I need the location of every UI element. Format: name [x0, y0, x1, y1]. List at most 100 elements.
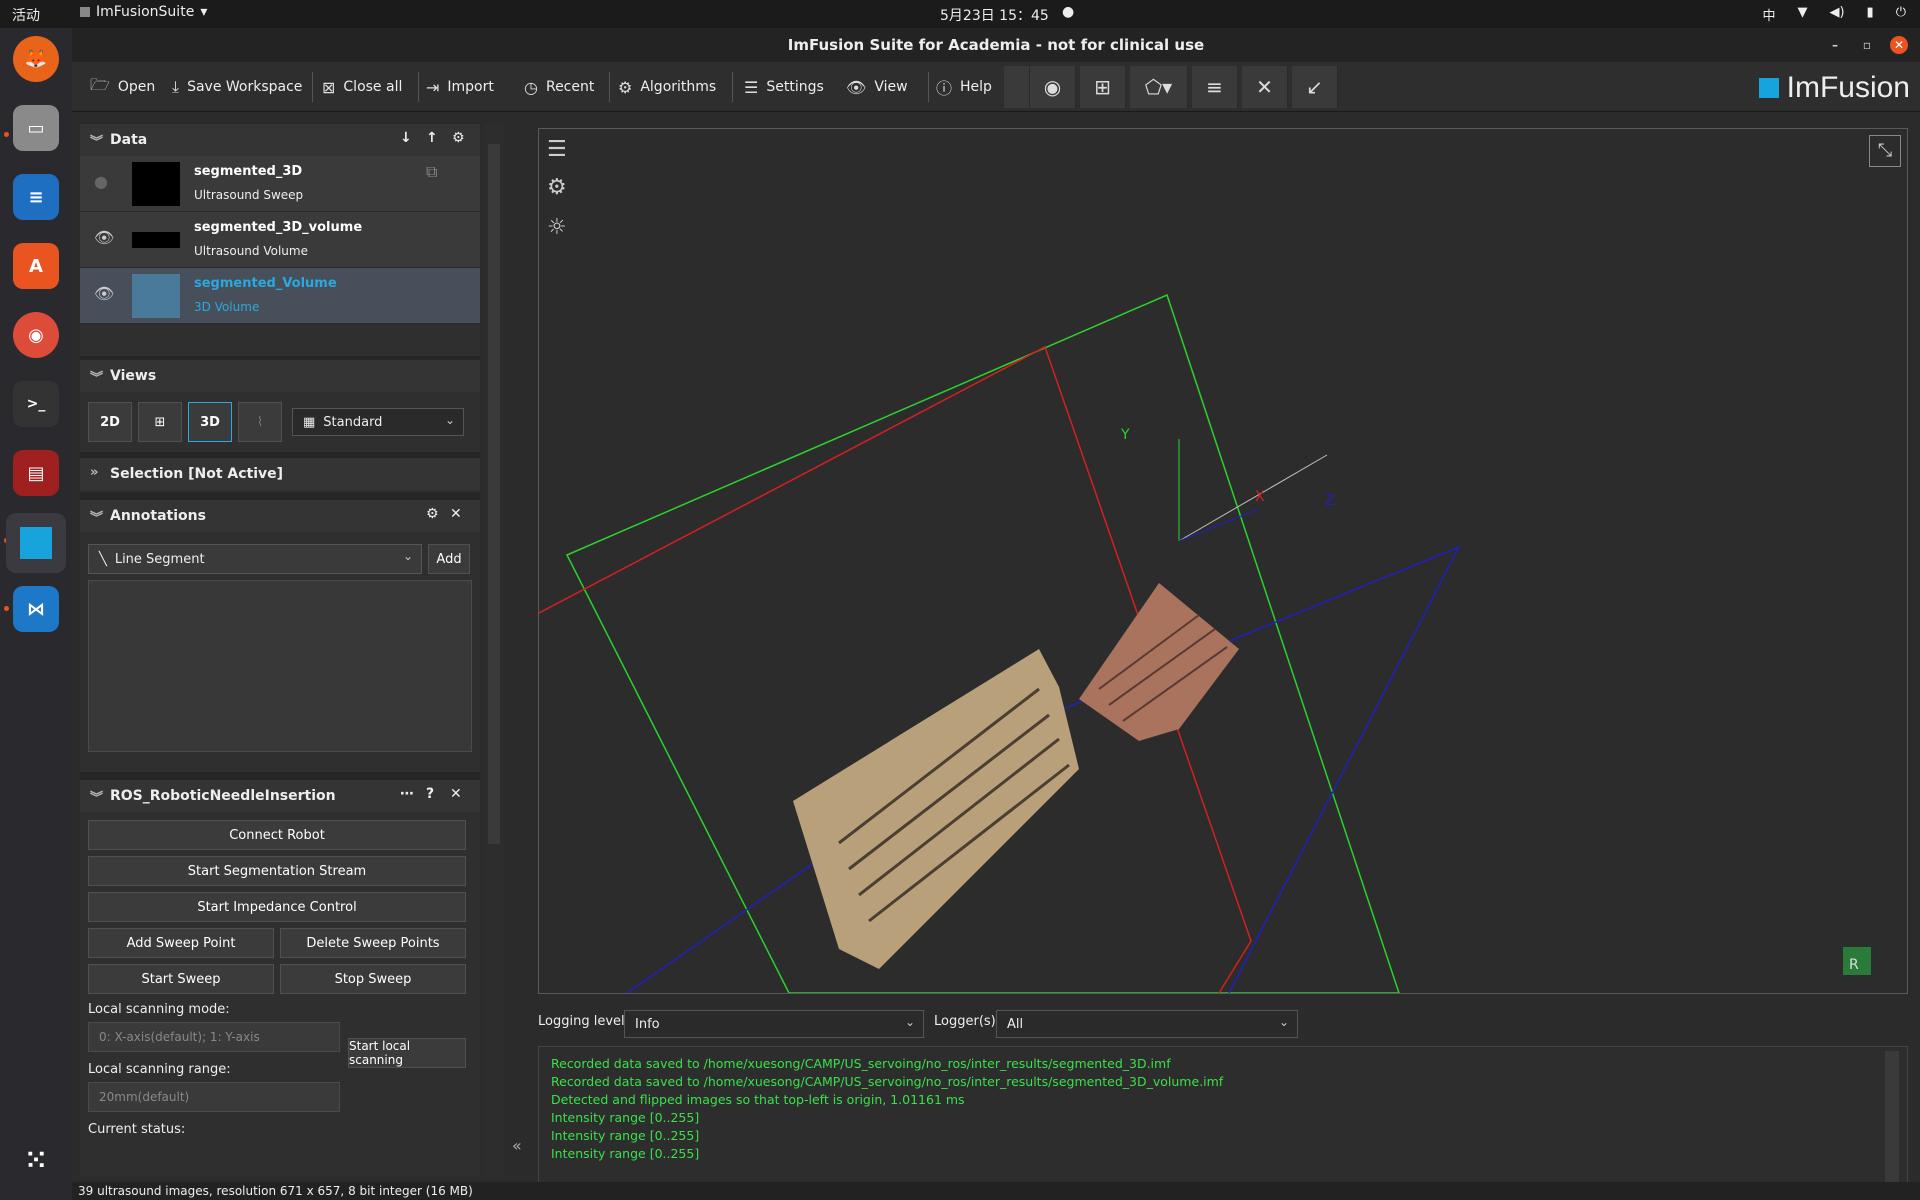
view-3d-button[interactable]: 3D	[188, 402, 232, 442]
close-all-button[interactable]: ⊠ Close all	[322, 72, 402, 102]
arrow-tool-icon[interactable]: ↙	[1292, 66, 1338, 108]
app-menu-icon	[80, 7, 90, 17]
files-icon[interactable]: ▭	[13, 105, 59, 151]
recent-button[interactable]: ◷ Recent	[524, 72, 594, 102]
annotation-list[interactable]	[88, 580, 472, 752]
fit-tool-icon[interactable]: ✕	[1242, 66, 1288, 108]
start-segmentation-stream-button[interactable]: Start Segmentation Stream	[88, 856, 466, 886]
view-button[interactable]: 👁 View	[846, 72, 908, 102]
chrome-icon[interactable]: ◉	[13, 312, 59, 358]
mpr-tool-icon[interactable]: ⊞	[1080, 66, 1126, 108]
eye-icon[interactable]: 👁	[94, 284, 114, 303]
volume-icon[interactable]: ◀)	[1829, 5, 1844, 24]
data-item-name: segmented_3D_volume	[194, 220, 363, 235]
view-label: View	[874, 79, 908, 95]
left-panel-scrollbar[interactable]	[484, 124, 504, 1176]
app-menu[interactable]: ImFusionSuite ▾	[80, 4, 207, 20]
eye-tool-icon[interactable]: ◉	[1030, 66, 1076, 108]
move-down-icon[interactable]: ↓	[400, 130, 412, 146]
apps-grid-icon[interactable]: ⁙	[13, 1138, 59, 1184]
app-red-icon[interactable]: ▤	[13, 450, 59, 496]
sweep-volume-2	[1079, 583, 1239, 741]
collapse-left-icon[interactable]: «	[512, 1136, 522, 1155]
start-sweep-button[interactable]: Start Sweep	[88, 964, 274, 994]
close-icon[interactable]: ✕	[1890, 36, 1908, 54]
log-scrollbar[interactable]	[1885, 1051, 1899, 1185]
selection-panel: » Selection [Not Active]	[80, 458, 480, 492]
align-tool-icon[interactable]: ≡	[1192, 66, 1238, 108]
logging-level-select[interactable]: Info ⌄	[624, 1010, 924, 1038]
ros-panel-title: ROS_RoboticNeedleInsertion	[110, 788, 336, 804]
writer-icon[interactable]: ≡	[13, 174, 59, 220]
local-scanning-mode-input[interactable]: 0: X-axis(default); 1: Y-axis	[88, 1022, 340, 1052]
log-output[interactable]: Recorded data saved to /home/xuesong/CAM…	[538, 1046, 1908, 1190]
gear-icon[interactable]: ⚙	[452, 130, 465, 146]
delete-sweep-points-button[interactable]: Delete Sweep Points	[280, 928, 466, 958]
help-button[interactable]: ⓘ Help	[936, 72, 992, 102]
terminal-icon[interactable]: >_	[13, 381, 59, 427]
polygon-tool-icon[interactable]: ⬠▾	[1130, 66, 1188, 108]
wifi-icon[interactable]: ▼	[1797, 5, 1807, 24]
loggers-select[interactable]: All ⌄	[996, 1010, 1298, 1038]
system-tray[interactable]: 中 ▼ ◀) ▮ ⏻	[1762, 5, 1906, 24]
close-icon[interactable]: ✕	[450, 506, 462, 522]
start-impedance-control-button[interactable]: Start Impedance Control	[88, 892, 466, 922]
scrollbar-thumb[interactable]	[488, 144, 500, 844]
annotation-type-select[interactable]: ╲ Line Segment ⌄	[88, 544, 422, 574]
move-up-icon[interactable]: ↑	[426, 130, 438, 146]
help-icon[interactable]: ?	[426, 786, 434, 802]
dock: 🦊 ▭ ≡ A ◉ >_ ▤ ⋈ ⁙	[0, 28, 72, 1200]
view-mpr-button[interactable]: ⊞	[138, 402, 182, 442]
tool-handle[interactable]	[1004, 66, 1030, 108]
start-local-scanning-button[interactable]: Start local scanning	[348, 1038, 466, 1068]
imfusion-icon[interactable]	[6, 513, 66, 573]
views-panel-header[interactable]: ︾ Views	[80, 360, 480, 392]
activities-button[interactable]: 活动	[12, 5, 40, 25]
open-button[interactable]: 🗁 Open	[90, 72, 155, 102]
save-workspace-button[interactable]: ⤓ Save Workspace	[172, 72, 302, 102]
minimize-icon[interactable]: –	[1826, 36, 1844, 54]
view-plot-button[interactable]: ⌇	[238, 402, 282, 442]
data-panel-header[interactable]: ︾ Data ↓ ↑ ⚙	[80, 124, 480, 156]
help-label: Help	[960, 79, 992, 95]
layout-select[interactable]: ▦ Standard ⌄	[292, 408, 464, 436]
firefox-icon[interactable]: 🦊	[13, 36, 59, 82]
eye-icon[interactable]: ●	[94, 172, 108, 191]
battery-icon[interactable]: ▮	[1867, 5, 1874, 24]
chevron-down-icon: ⌄	[402, 549, 413, 563]
selection-panel-header[interactable]: » Selection [Not Active]	[80, 458, 480, 490]
line-icon: ╲	[99, 551, 107, 567]
data-item[interactable]: 👁 segmented_3D_volume Ultrasound Volume	[80, 212, 480, 268]
stop-sweep-button[interactable]: Stop Sweep	[280, 964, 466, 994]
3d-viewer[interactable]: ☰ ⚙ ☼ ⤡ Y X Z R	[538, 128, 1908, 994]
gears-icon: ⚙	[618, 77, 633, 97]
import-button[interactable]: ⇥ Import	[426, 72, 494, 102]
algorithms-button[interactable]: ⚙ Algorithms	[618, 72, 716, 102]
separator	[732, 72, 733, 102]
maximize-icon[interactable]: ▫	[1858, 36, 1876, 54]
eye-icon[interactable]: 👁	[94, 228, 114, 247]
power-icon[interactable]: ⏻	[1896, 5, 1906, 24]
close-icon[interactable]: ✕	[450, 786, 462, 802]
settings-button[interactable]: ☰ Settings	[744, 72, 824, 102]
view-2d-button[interactable]: 2D	[88, 402, 132, 442]
software-icon[interactable]: A	[13, 243, 59, 289]
clock[interactable]: 5月23日 15：45	[940, 5, 1049, 25]
logging-level-value: Info	[635, 1016, 660, 1032]
data-item-selected[interactable]: 👁 segmented_Volume 3D Volume	[80, 268, 480, 324]
more-icon[interactable]: ⋯	[400, 786, 414, 802]
views-panel-title: Views	[110, 368, 157, 384]
input-method[interactable]: 中	[1762, 5, 1775, 24]
connect-robot-button[interactable]: Connect Robot	[88, 820, 466, 850]
current-status-label: Current status:	[88, 1122, 186, 1137]
add-annotation-button[interactable]: Add	[428, 544, 470, 574]
annotations-panel-header[interactable]: ︾ Annotations ⚙ ✕	[80, 500, 480, 532]
ros-panel-header[interactable]: ︾ ROS_RoboticNeedleInsertion ⋯ ? ✕	[80, 780, 480, 812]
vscode-icon[interactable]: ⋈	[13, 586, 59, 632]
copy-icon[interactable]: ⧉	[426, 162, 437, 182]
local-scanning-range-input[interactable]: 20mm(default)	[88, 1082, 340, 1112]
data-item[interactable]: ● segmented_3D Ultrasound Sweep ⧉	[80, 156, 480, 212]
local-scanning-mode-label: Local scanning mode:	[88, 1002, 230, 1017]
add-sweep-point-button[interactable]: Add Sweep Point	[88, 928, 274, 958]
gear-icon[interactable]: ⚙	[426, 506, 439, 522]
